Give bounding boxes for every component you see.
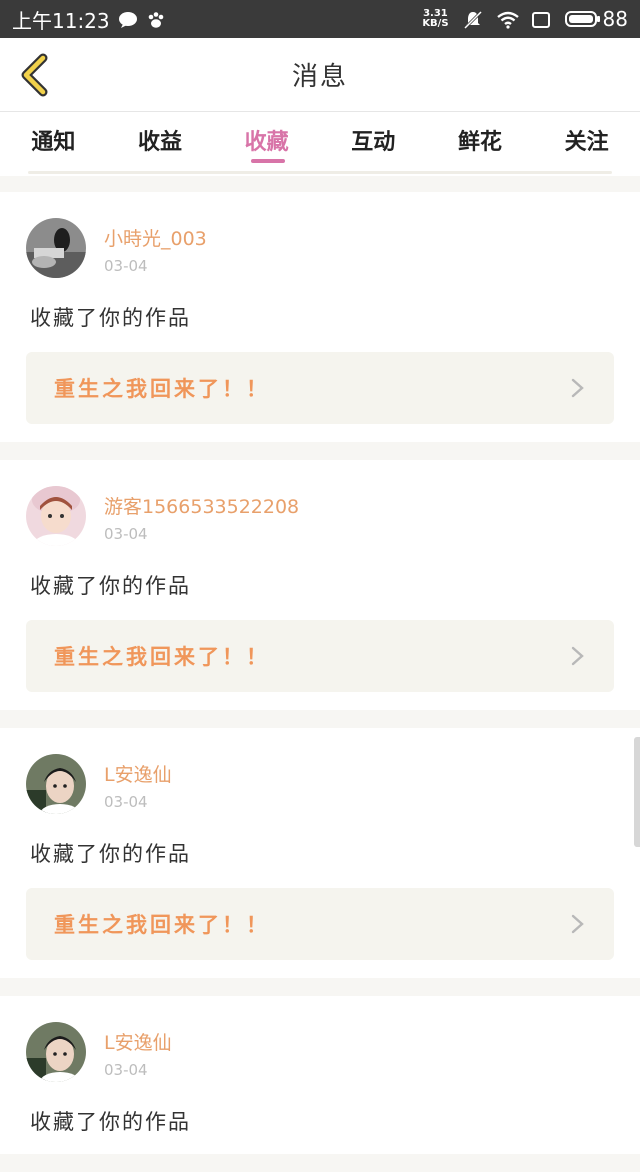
status-bar: 上午11:23 3.31 KB/S 88 bbox=[0, 0, 640, 38]
action-text: 收藏了你的作品 bbox=[30, 306, 191, 330]
square-icon bbox=[531, 10, 551, 28]
paw-icon bbox=[146, 10, 166, 28]
username[interactable]: 小時光_003 bbox=[104, 224, 207, 251]
avatar[interactable] bbox=[26, 754, 86, 814]
work-title: 重生之我回来了！！ bbox=[54, 377, 270, 401]
list-item: L安逸仙 03-04 收藏了你的作品 重生之我回来了！！ bbox=[0, 728, 640, 978]
bell-muted-icon bbox=[463, 10, 483, 30]
scrollbar[interactable] bbox=[634, 737, 640, 847]
work-title: 重生之我回来了！！ bbox=[54, 645, 270, 669]
action-text: 收藏了你的作品 bbox=[30, 842, 191, 866]
chevron-right-icon bbox=[571, 646, 584, 666]
work-link[interactable]: 重生之我回来了！！ bbox=[26, 620, 614, 692]
back-button[interactable] bbox=[14, 52, 54, 98]
message-list: 小時光_003 03-04 收藏了你的作品 重生之我回来了！！ 游客156653… bbox=[0, 192, 640, 1172]
list-item: 小時光_003 03-04 收藏了你的作品 重生之我回来了！！ bbox=[0, 192, 640, 442]
action-text: 收藏了你的作品 bbox=[30, 1110, 191, 1134]
timestamp: 03-04 bbox=[104, 793, 148, 811]
tab-earnings[interactable]: 收益 bbox=[120, 112, 200, 156]
work-link[interactable]: 重生之我回来了！！ bbox=[26, 352, 614, 424]
battery-level: 88 bbox=[602, 7, 628, 31]
tab-interactions[interactable]: 互动 bbox=[333, 112, 413, 156]
timestamp: 03-04 bbox=[104, 257, 148, 275]
tab-favorites[interactable]: 收藏 bbox=[227, 112, 307, 163]
chevron-right-icon bbox=[571, 914, 584, 934]
network-speed: 3.31 KB/S bbox=[422, 8, 449, 29]
list-item: L安逸仙 03-04 收藏了你的作品 bbox=[0, 996, 640, 1154]
divider bbox=[28, 171, 612, 174]
chat-bubble-icon bbox=[118, 10, 138, 28]
work-link[interactable]: 重生之我回来了！！ bbox=[26, 888, 614, 960]
timestamp: 03-04 bbox=[104, 525, 148, 543]
tab-notifications[interactable]: 通知 bbox=[13, 112, 93, 156]
battery-icon: 88 bbox=[564, 7, 628, 31]
timestamp: 03-04 bbox=[104, 1061, 148, 1079]
username[interactable]: L安逸仙 bbox=[104, 760, 172, 787]
list-item: 游客1566533522208 03-04 收藏了你的作品 重生之我回来了！！ bbox=[0, 460, 640, 710]
avatar[interactable] bbox=[26, 1022, 86, 1082]
avatar[interactable] bbox=[26, 218, 86, 278]
status-time: 上午11:23 bbox=[12, 8, 110, 33]
header: 消息 bbox=[0, 38, 640, 112]
work-title: 重生之我回来了！！ bbox=[54, 913, 270, 937]
chevron-left-icon bbox=[21, 53, 48, 97]
tab-bar: 通知 收益 收藏 互动 鲜花 关注 bbox=[0, 112, 640, 176]
chevron-right-icon bbox=[571, 378, 584, 398]
username[interactable]: 游客1566533522208 bbox=[104, 492, 299, 519]
page-title: 消息 bbox=[291, 62, 348, 92]
username[interactable]: L安逸仙 bbox=[104, 1028, 172, 1055]
tab-follows[interactable]: 关注 bbox=[547, 112, 627, 156]
tab-flowers[interactable]: 鲜花 bbox=[440, 112, 520, 156]
action-text: 收藏了你的作品 bbox=[30, 574, 191, 598]
avatar[interactable] bbox=[26, 486, 86, 546]
wifi-icon bbox=[496, 10, 519, 29]
